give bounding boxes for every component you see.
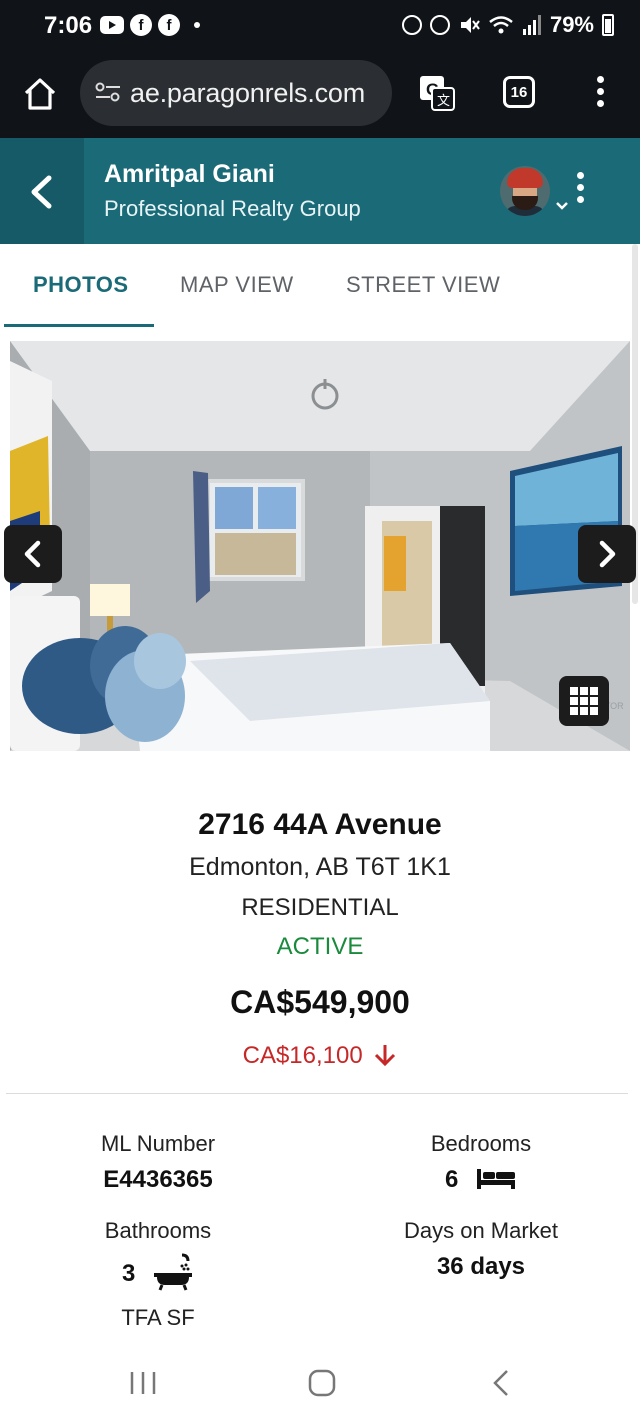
price-change-amount: CA$16,100 [242, 1042, 363, 1069]
facebook-icon: f [158, 14, 180, 36]
active-tab-indicator [4, 324, 154, 327]
listing-status: ACTIVE [276, 933, 364, 960]
arrow-down-icon [375, 1045, 396, 1067]
svg-text:文: 文 [437, 93, 450, 108]
price-change: CA$16,100 [0, 1042, 640, 1070]
tab-photos[interactable]: PHOTOS [33, 272, 129, 298]
recent-apps-icon[interactable] [128, 1370, 158, 1396]
status-bar: 7:06 f f 79% [0, 0, 640, 56]
avatar[interactable] [500, 166, 550, 216]
battery-percent: 79% [549, 12, 594, 37]
signal-icon [522, 15, 541, 35]
back-button[interactable] [0, 138, 84, 244]
listing-price: CA$549,900 [230, 984, 410, 1020]
photo-grid-button[interactable] [559, 676, 609, 726]
tfa-sf-label: TFA SF [121, 1305, 195, 1330]
tab-switcher-button[interactable]: 16 [503, 76, 535, 108]
facebook-icon: f [130, 14, 152, 36]
system-nav-bar [0, 1350, 640, 1422]
home-button-icon[interactable] [308, 1369, 336, 1397]
youtube-icon [100, 16, 124, 34]
chevron-left-icon [24, 540, 41, 568]
url-text: ae.paragonrels.com [130, 78, 366, 108]
bedroom-photo [10, 341, 630, 751]
bathrooms-label: Bathrooms [104, 1218, 212, 1243]
browser-menu-icon[interactable] [596, 76, 604, 107]
address-bar[interactable]: ae.paragonrels.com [80, 60, 392, 126]
divider [6, 1093, 628, 1094]
bedrooms-label: Bedrooms [430, 1131, 532, 1156]
dot-icon [194, 22, 200, 28]
bathtub-icon [154, 1253, 193, 1291]
next-photo-button[interactable] [578, 525, 636, 583]
system-icons: 79% [401, 12, 614, 38]
home-icon[interactable] [22, 76, 58, 112]
browser-toolbar: ae.paragonrels.com G 文 16 [0, 56, 640, 138]
agent-name: Amritpal Giani [104, 160, 275, 188]
days-on-market-label: Days on Market [403, 1218, 559, 1243]
agent-company: Professional Realty Group [104, 196, 361, 221]
bathrooms-value: 3 [58, 1253, 258, 1291]
days-on-market-value: 36 days [436, 1253, 526, 1280]
chevron-down-icon[interactable] [554, 200, 570, 212]
previous-photo-button[interactable] [4, 525, 62, 583]
wifi-icon [489, 16, 513, 34]
bedrooms-count: 6 [444, 1166, 459, 1193]
listing-city: Edmonton, AB T6T 1K1 [189, 853, 451, 881]
chevron-left-icon [31, 175, 52, 209]
header-menu-icon[interactable] [576, 172, 584, 203]
site-settings-icon[interactable] [94, 80, 122, 104]
agent-header: Amritpal Giani Professional Realty Group [0, 138, 640, 244]
tab-map-view[interactable]: MAP VIEW [180, 272, 294, 298]
mute-icon [460, 17, 480, 33]
listing-photo[interactable]: REALTOR [10, 341, 630, 751]
alarm-icon [429, 15, 450, 35]
bathrooms-count: 3 [121, 1260, 136, 1287]
property-type: RESIDENTIAL [241, 894, 399, 921]
bed-icon [477, 1169, 516, 1189]
back-nav-icon[interactable] [490, 1368, 512, 1398]
ml-number-label: ML Number [100, 1131, 216, 1156]
status-time: 7:06 [44, 12, 93, 39]
tab-street-view[interactable]: STREET VIEW [346, 272, 500, 298]
listing-address: 2716 44A Avenue [198, 808, 442, 841]
translate-icon[interactable]: G 文 [418, 74, 456, 112]
battery-icon [602, 14, 614, 36]
view-tabs: PHOTOS MAP VIEW STREET VIEW [0, 244, 640, 328]
ml-number-value: E4436365 [103, 1166, 213, 1193]
data-saver-icon [401, 15, 422, 35]
bedrooms-value: 6 [381, 1166, 581, 1194]
chevron-right-icon [599, 540, 616, 568]
notification-icons: f f [100, 14, 200, 36]
page: 7:06 f f 79% ae.paragonrels.com 文 16 Amr… [0, 0, 640, 1422]
